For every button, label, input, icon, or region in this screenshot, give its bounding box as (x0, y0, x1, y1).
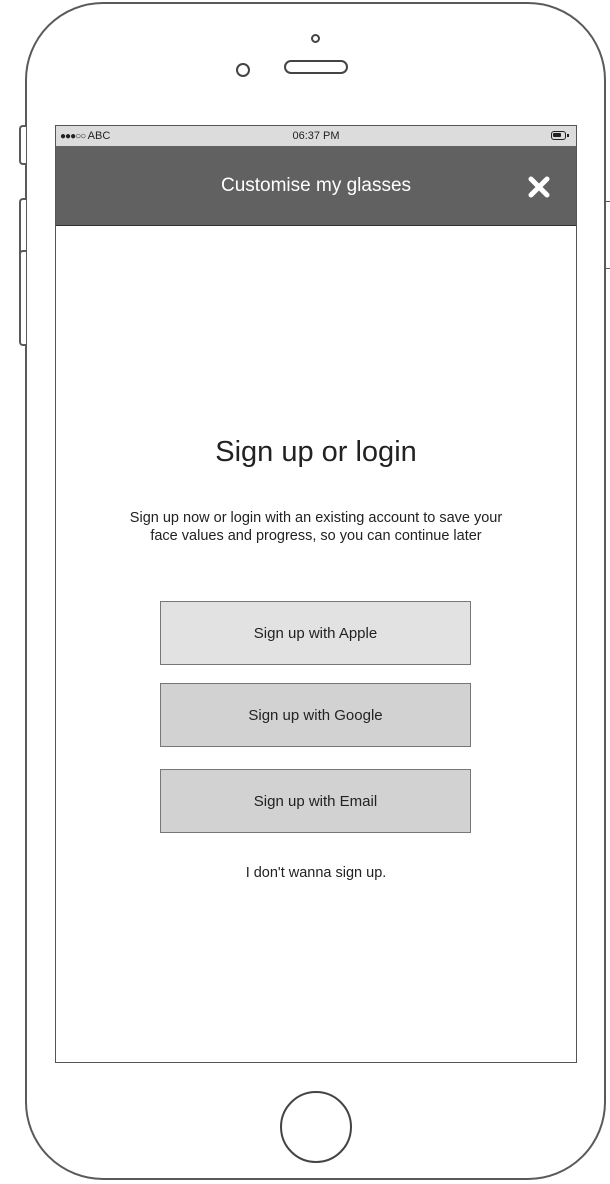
battery-icon (551, 131, 569, 140)
close-icon[interactable] (528, 176, 550, 198)
sign-up-apple-button[interactable]: Sign up with Apple (160, 601, 471, 665)
speaker-grille (284, 60, 348, 74)
mute-switch (19, 125, 26, 165)
status-time: 06:37 PM (292, 130, 340, 142)
side-tick (604, 268, 610, 269)
sign-up-email-button[interactable]: Sign up with Email (160, 769, 471, 833)
volume-down-button (19, 250, 26, 346)
camera-icon (311, 34, 320, 43)
sign-up-google-button[interactable]: Sign up with Google (160, 683, 471, 747)
nav-bar: Customise my glasses (56, 146, 576, 226)
signup-description: Sign up now or login with an existing ac… (129, 510, 503, 544)
signup-heading: Sign up or login (215, 436, 417, 468)
home-button[interactable] (280, 1091, 352, 1163)
status-bar: ●●●○○ ABC 06:37 PM (56, 126, 576, 146)
page-title: Customise my glasses (220, 175, 412, 196)
front-camera-icon (236, 63, 250, 77)
screen: ●●●○○ ABC 06:37 PM Customise my glasses … (55, 125, 577, 1063)
side-tick (604, 201, 610, 202)
skip-signup-link[interactable]: I don't wanna sign up. (56, 865, 576, 881)
